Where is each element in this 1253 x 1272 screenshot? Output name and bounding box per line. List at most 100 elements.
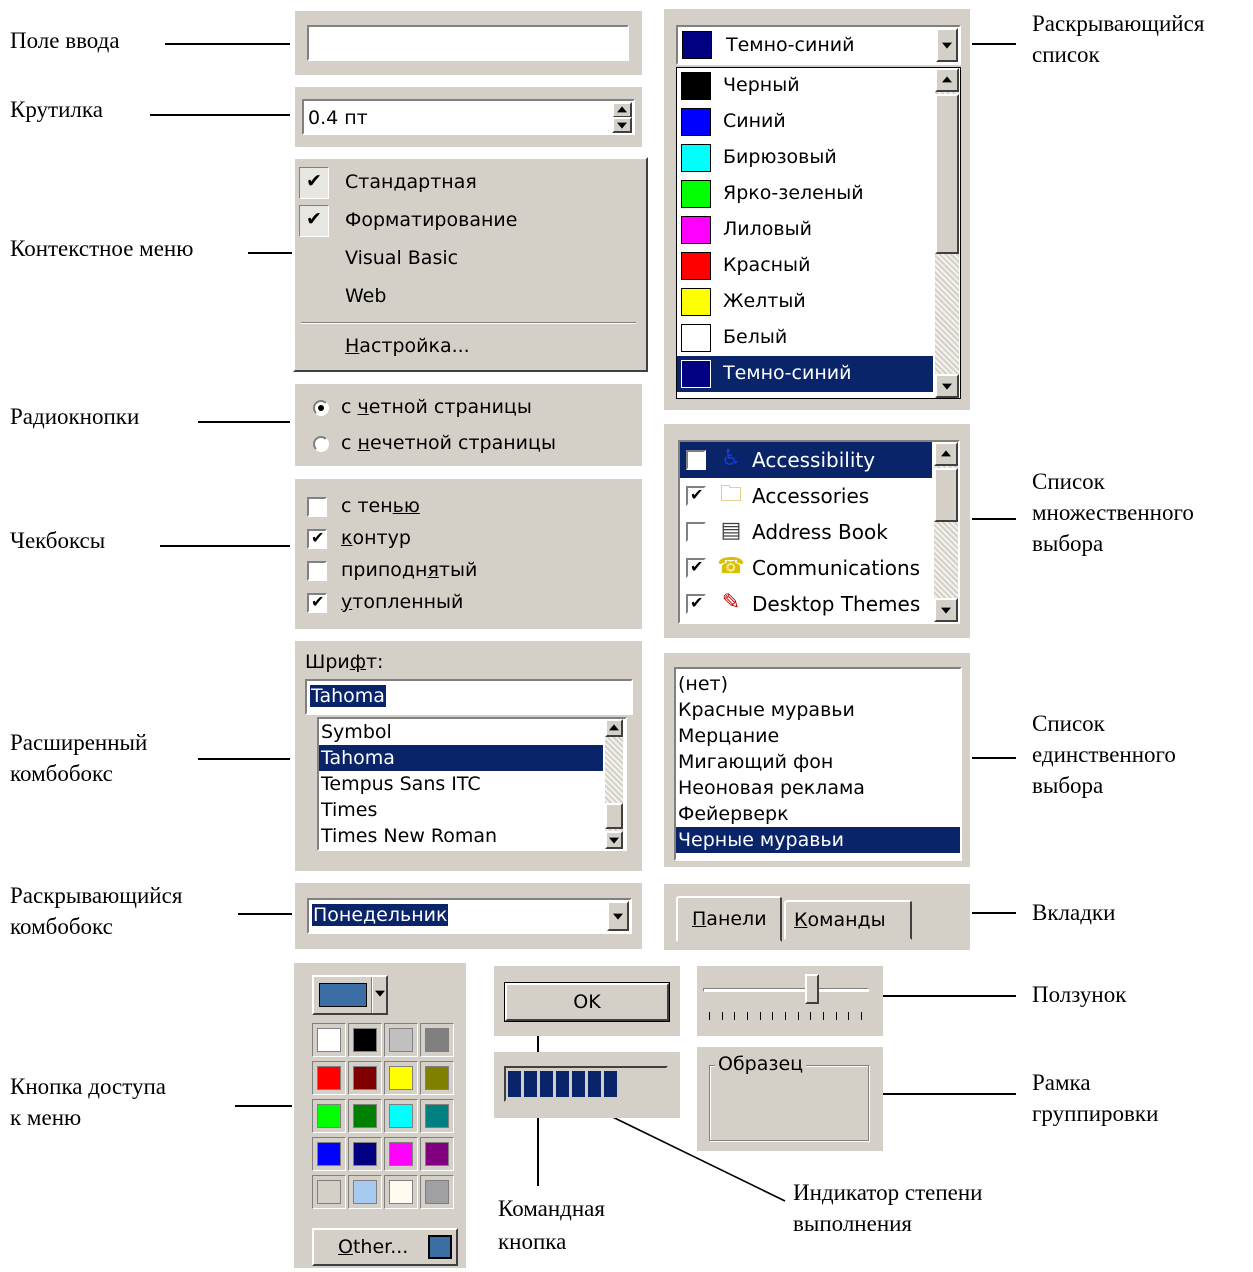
multiselect-item[interactable]: ✔ ☎ Communications: [680, 550, 932, 586]
multi-scroll-down-button[interactable]: [934, 598, 958, 622]
color-picker-button[interactable]: [312, 975, 388, 1015]
color-swatch-cell[interactable]: [420, 1175, 454, 1209]
multiselect-item[interactable]: ✔ 🗀 Accessories: [680, 478, 932, 514]
color-swatch-cell[interactable]: [348, 1175, 382, 1209]
singleselect-item[interactable]: Мигающий фон: [676, 749, 960, 775]
color-dropdown-button[interactable]: [936, 28, 958, 62]
text-input-field[interactable]: [307, 25, 629, 61]
radio-button-even[interactable]: [313, 400, 329, 416]
color-list-item[interactable]: Бирюзовый: [677, 140, 933, 176]
context-menu-item[interactable]: Web: [345, 285, 386, 307]
color-swatch-cell[interactable]: [348, 1061, 382, 1095]
singleselect-item[interactable]: Фейерверк: [676, 801, 960, 827]
color-swatch-cell[interactable]: [312, 1175, 346, 1209]
context-menu-item[interactable]: Стандартная: [345, 171, 477, 193]
radio-button-odd[interactable]: [313, 436, 329, 452]
font-list-item[interactable]: Tempus Sans ITC: [319, 771, 603, 797]
color-scroll-up-button[interactable]: [935, 68, 959, 92]
multiselect-checkbox[interactable]: [686, 450, 706, 470]
font-scroll-up-button[interactable]: [605, 719, 623, 737]
multi-scroll-thumb[interactable]: [934, 468, 958, 522]
checkbox-label-raised[interactable]: приподнятый: [341, 559, 477, 581]
singleselect-item[interactable]: Неоновая реклама: [676, 775, 960, 801]
color-list-item[interactable]: Синий: [677, 104, 933, 140]
singleselect-item[interactable]: (нет): [676, 671, 960, 697]
color-swatch-cell[interactable]: [384, 1061, 418, 1095]
tab-panels[interactable]: Панели: [676, 896, 782, 942]
menu-separator: [301, 322, 636, 324]
color-swatch-cell[interactable]: [420, 1061, 454, 1095]
color-swatch-cell[interactable]: [312, 1023, 346, 1057]
multiselect-checkbox[interactable]: ✔: [686, 593, 706, 614]
day-combo-dropdown-button[interactable]: [607, 901, 629, 931]
color-swatch-cell[interactable]: [384, 1023, 418, 1057]
multiselect-item[interactable]: ✔ ✎ Desktop Themes: [680, 586, 932, 622]
checkbox-box: ✔: [307, 592, 327, 613]
color-scroll-down-button[interactable]: [935, 374, 959, 398]
font-scroll-thumb[interactable]: [605, 803, 623, 829]
checkbox-sunken[interactable]: ✔: [307, 592, 327, 613]
checkbox-outline[interactable]: ✔: [307, 528, 327, 549]
checkbox-label-outline[interactable]: контур: [341, 527, 411, 549]
radio-label-even[interactable]: с четной страницы: [341, 396, 532, 418]
checkbox-label-shadow[interactable]: с тенью: [341, 495, 420, 517]
singleselect-item[interactable]: Черные муравьи: [676, 827, 960, 853]
color-swatch-cell[interactable]: [384, 1175, 418, 1209]
context-menu-customize[interactable]: Настройка...: [345, 335, 470, 357]
color-list-item[interactable]: Лиловый: [677, 212, 933, 248]
ok-button[interactable]: OK: [504, 982, 670, 1022]
slider-track[interactable]: [703, 988, 869, 992]
multi-scroll-up-button[interactable]: [934, 442, 958, 466]
font-list-item[interactable]: Symbol: [319, 719, 603, 745]
color-picker-panel: Other...: [294, 963, 466, 1268]
color-scroll-thumb[interactable]: [935, 94, 959, 254]
other-colors-button[interactable]: Other...: [312, 1228, 458, 1266]
color-item-label: Синий: [723, 110, 786, 132]
color-swatch-cell[interactable]: [312, 1137, 346, 1171]
multiselect-item[interactable]: ▤ Address Book: [680, 514, 932, 550]
font-input[interactable]: Tahoma: [305, 679, 633, 715]
color-list-item[interactable]: Ярко-зеленый: [677, 176, 933, 212]
color-swatch-cell[interactable]: [312, 1099, 346, 1133]
chevron-down-icon[interactable]: [374, 987, 386, 999]
font-list-item[interactable]: Times New Roman: [319, 823, 603, 849]
color-swatch-cell[interactable]: [420, 1137, 454, 1171]
spinner-up-button[interactable]: [612, 102, 632, 118]
multiselect-checkbox[interactable]: ✔: [686, 485, 706, 506]
color-list-item[interactable]: Красный: [677, 248, 933, 284]
color-swatch-cell[interactable]: [348, 1023, 382, 1057]
tab-commands[interactable]: Команды: [784, 900, 912, 940]
checkbox-shadow[interactable]: [307, 497, 327, 517]
day-combo[interactable]: Понедельник: [307, 898, 632, 934]
radio-label-odd[interactable]: с нечетной страницы: [341, 432, 556, 454]
color-swatch-cell[interactable]: [312, 1061, 346, 1095]
color-dropdown[interactable]: Темно-синий: [676, 25, 961, 65]
checkbox-label-sunken[interactable]: утопленный: [341, 591, 463, 613]
context-menu-item[interactable]: Форматирование: [345, 209, 517, 231]
font-scroll-down-button[interactable]: [605, 831, 623, 849]
color-swatch-cell[interactable]: [420, 1023, 454, 1057]
singleselect-item[interactable]: Красные муравьи: [676, 697, 960, 723]
slider-thumb[interactable]: [804, 974, 819, 1004]
font-list-item[interactable]: Times: [319, 797, 603, 823]
color-swatch: [425, 1142, 449, 1166]
color-swatch-cell[interactable]: [348, 1137, 382, 1171]
color-swatch-cell[interactable]: [348, 1099, 382, 1133]
color-swatch-cell[interactable]: [384, 1099, 418, 1133]
font-list-item[interactable]: Tahoma: [319, 745, 603, 771]
context-menu-item[interactable]: Visual Basic: [345, 247, 458, 269]
spinner-value[interactable]: 0.4 пт: [308, 107, 368, 129]
color-list-item[interactable]: Белый: [677, 320, 933, 356]
spinner-down-button[interactable]: [612, 117, 632, 133]
color-swatch-cell[interactable]: [420, 1099, 454, 1133]
color-list-item[interactable]: Черный: [677, 68, 933, 104]
color-swatch-cell[interactable]: [384, 1137, 418, 1171]
singleselect-item[interactable]: Мерцание: [676, 723, 960, 749]
font-list-scrollbar[interactable]: [605, 719, 623, 849]
color-list-item[interactable]: Желтый: [677, 284, 933, 320]
multiselect-checkbox[interactable]: [686, 522, 706, 542]
color-list-item[interactable]: Темно-синий: [677, 356, 933, 392]
multiselect-item[interactable]: ♿ Accessibility: [680, 442, 932, 478]
multiselect-checkbox[interactable]: ✔: [686, 557, 706, 578]
checkbox-raised[interactable]: [307, 561, 327, 581]
